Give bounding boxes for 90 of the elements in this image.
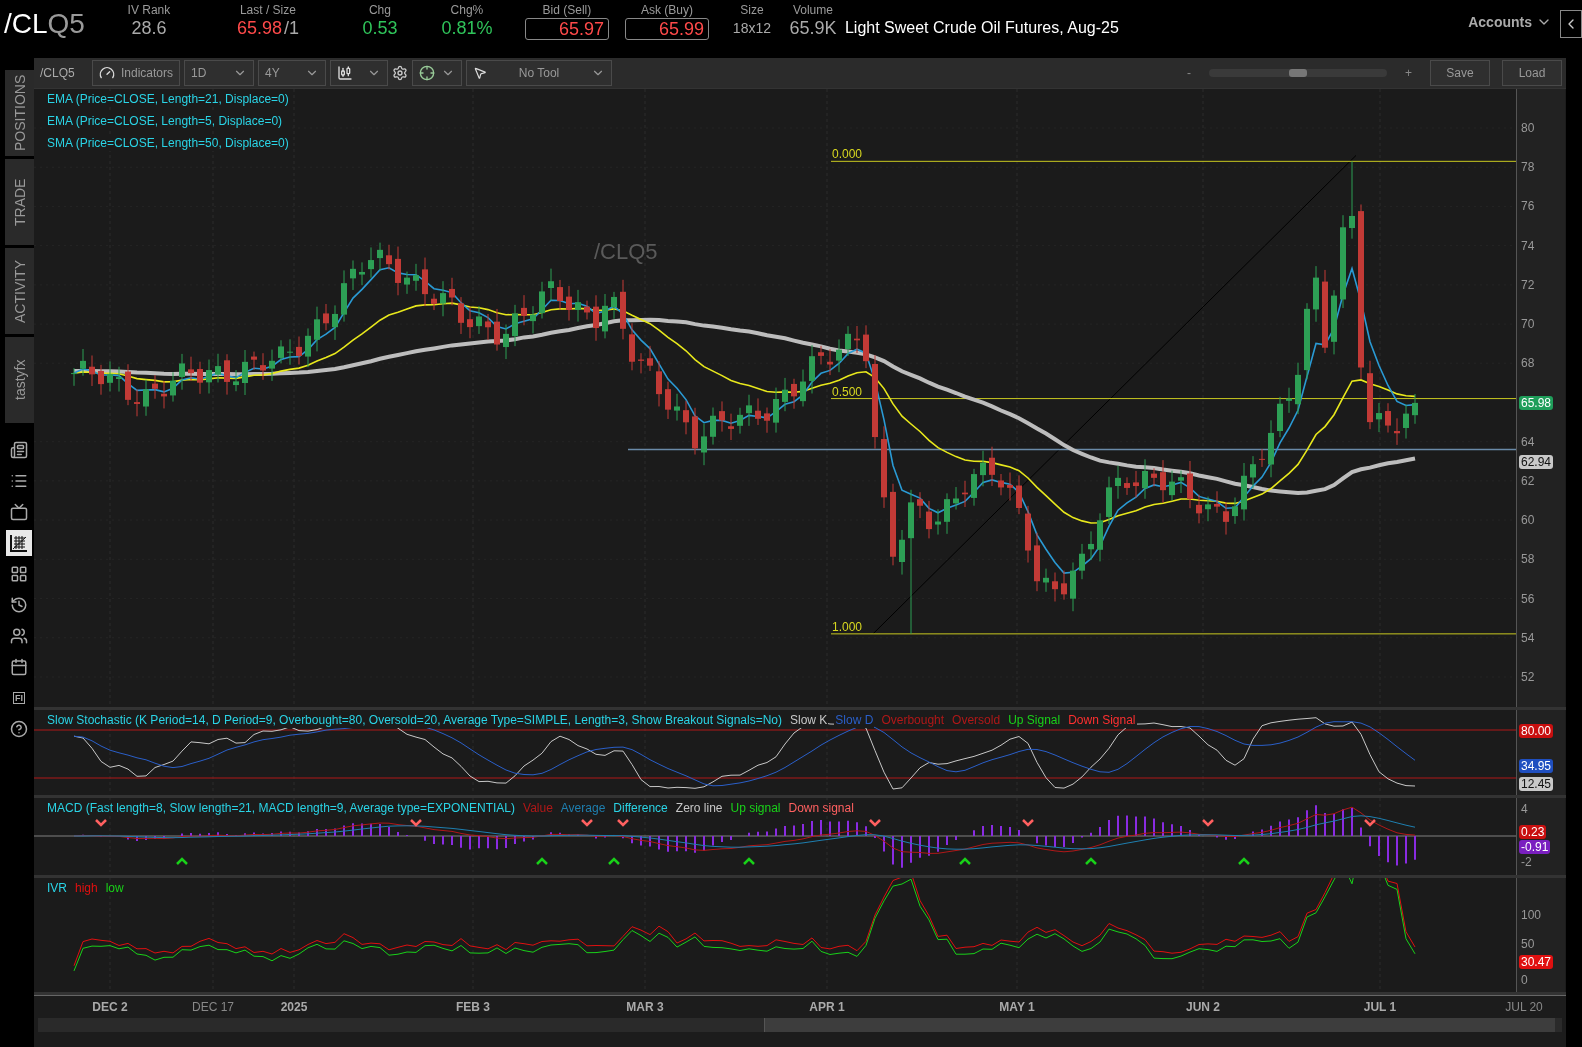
axis-label: 4 xyxy=(1521,802,1528,816)
date-label: JUN 2 xyxy=(1186,1000,1220,1014)
field-label: Chg xyxy=(368,3,391,17)
axis-label: 58 xyxy=(1521,552,1535,567)
legend-item: low xyxy=(104,880,125,896)
range-dropdown[interactable]: 4Y xyxy=(258,60,327,86)
field-value: 65.98 xyxy=(236,17,282,39)
date-label: JUL 20 xyxy=(1505,1000,1543,1014)
field-label: IV Rank xyxy=(127,3,171,17)
price-field[interactable]: 65.99 xyxy=(624,18,709,40)
legend-item: Down Signal xyxy=(1067,712,1137,728)
price-tag: 0.23 xyxy=(1519,825,1547,839)
legend-item: Down signal xyxy=(787,800,855,816)
field-label: Volume xyxy=(792,3,833,17)
axis-label: 52 xyxy=(1521,669,1535,684)
field-value: 0.81% xyxy=(441,17,493,39)
price-tag: 62.94 xyxy=(1519,455,1554,470)
axis-label: 68 xyxy=(1521,356,1535,371)
axis-label: 70 xyxy=(1521,317,1535,332)
field-label: Ask (Buy) xyxy=(640,3,693,17)
price-tag: 30.47 xyxy=(1519,955,1554,969)
legend-item: Overbought xyxy=(880,712,946,728)
zoom-out-button[interactable]: - xyxy=(1187,66,1191,80)
field-value: 28.6 xyxy=(131,17,167,39)
axis-label: -2 xyxy=(1521,855,1532,869)
zoom-in-button[interactable]: + xyxy=(1405,66,1412,80)
field-value: 65.9K xyxy=(789,17,837,39)
price-tag: -0.91 xyxy=(1519,840,1551,854)
fibonacci-label: 0.000 xyxy=(832,147,863,162)
axis-label: 76 xyxy=(1521,199,1535,214)
study-label: EMA (Price=CLOSE, Length=5, Displace=0) xyxy=(46,113,290,129)
axis-label: 62 xyxy=(1521,473,1535,488)
date-label: DEC 2 xyxy=(92,1000,128,1014)
date-label: 2025 xyxy=(280,1000,308,1014)
chart-watermark: /CLQ5 xyxy=(594,239,658,265)
date-label: DEC 17 xyxy=(192,1000,234,1014)
axis-label: 56 xyxy=(1521,591,1535,606)
save-button[interactable]: Save xyxy=(1430,60,1490,86)
study-label: MACD (Fast length=8, Slow length=21, MACD length=9, Average type=EXPONENTIAL) xyxy=(46,800,516,816)
sidebar-tab[interactable]: ACTIVITY xyxy=(4,248,34,334)
indicators-button[interactable]: Indicators xyxy=(92,60,181,86)
axis-label: 54 xyxy=(1521,630,1535,645)
date-label: FEB 3 xyxy=(456,1000,490,1014)
legend-item: Up Signal xyxy=(1007,712,1062,728)
legend-item: Up signal xyxy=(729,800,782,816)
date-label: MAR 3 xyxy=(626,1000,664,1014)
study-label: Slow Stochastic (K Period=14, D Period=9, Overbought=80, Oversold=20, Average Type=SIMPLE, Length=3, Show Breakout Signals=No) xyxy=(46,712,783,728)
date-label: MAY 1 xyxy=(999,1000,1035,1014)
study-label: SMA (Price=CLOSE, Length=50, Displace=0) xyxy=(46,135,290,151)
axis-label: 72 xyxy=(1521,277,1535,292)
load-button[interactable]: Load xyxy=(1502,60,1562,86)
axis-label: 60 xyxy=(1521,513,1535,528)
field-value: 18x12 xyxy=(732,19,771,38)
date-label: JUL 1 xyxy=(1363,1000,1397,1014)
axis-label: 100 xyxy=(1521,908,1542,922)
axis-label: 80 xyxy=(1521,121,1535,135)
legend-item: Difference xyxy=(612,800,669,816)
field-value: 0.53 xyxy=(362,17,398,39)
sidebar-tab[interactable]: TRADE xyxy=(4,159,34,245)
legend-item: Slow K xyxy=(789,712,829,728)
axis-label: 78 xyxy=(1521,160,1535,175)
axis-label: 50 xyxy=(1521,937,1535,951)
axis-label: 64 xyxy=(1521,434,1535,449)
price-field[interactable]: 65.97 xyxy=(524,18,609,40)
fibonacci-label: 1.000 xyxy=(832,619,863,634)
sidebar-tab[interactable]: POSITIONS xyxy=(4,70,34,156)
instrument-description: Light Sweet Crude Oil Futures, Aug-25 xyxy=(844,19,1119,37)
study-label: EMA (Price=CLOSE, Length=21, Displace=0) xyxy=(46,91,290,107)
date-label: APR 1 xyxy=(809,1000,845,1014)
size-value: /1 xyxy=(283,18,299,39)
legend-item: Average xyxy=(559,800,607,816)
field-label: Last / Size xyxy=(239,3,296,17)
price-tag: 80.00 xyxy=(1519,724,1554,738)
sidebar-tab[interactable]: tastyfx xyxy=(4,337,34,423)
symbol-title: /CLQ5 xyxy=(4,10,85,38)
field-label: Size xyxy=(740,3,764,17)
price-tag: 12.45 xyxy=(1519,777,1554,791)
aggregation-dropdown[interactable]: 1D xyxy=(184,60,255,86)
accounts-menu[interactable]: Accounts xyxy=(1468,14,1552,30)
chart-symbol: /CLQ5 xyxy=(40,66,76,80)
legend-item: Slow D xyxy=(834,712,875,728)
axis-label: 0 xyxy=(1521,973,1528,987)
field-label: Bid (Sell) xyxy=(542,3,592,17)
axis-label: 74 xyxy=(1521,238,1535,253)
field-label: Chg% xyxy=(450,3,484,17)
tool-dropdown[interactable]: No Tool xyxy=(466,60,613,86)
legend-item: high xyxy=(74,880,99,896)
price-tag: 65.98 xyxy=(1519,395,1554,410)
fibonacci-label: 0.500 xyxy=(832,384,863,399)
price-tag: 34.95 xyxy=(1519,759,1554,773)
